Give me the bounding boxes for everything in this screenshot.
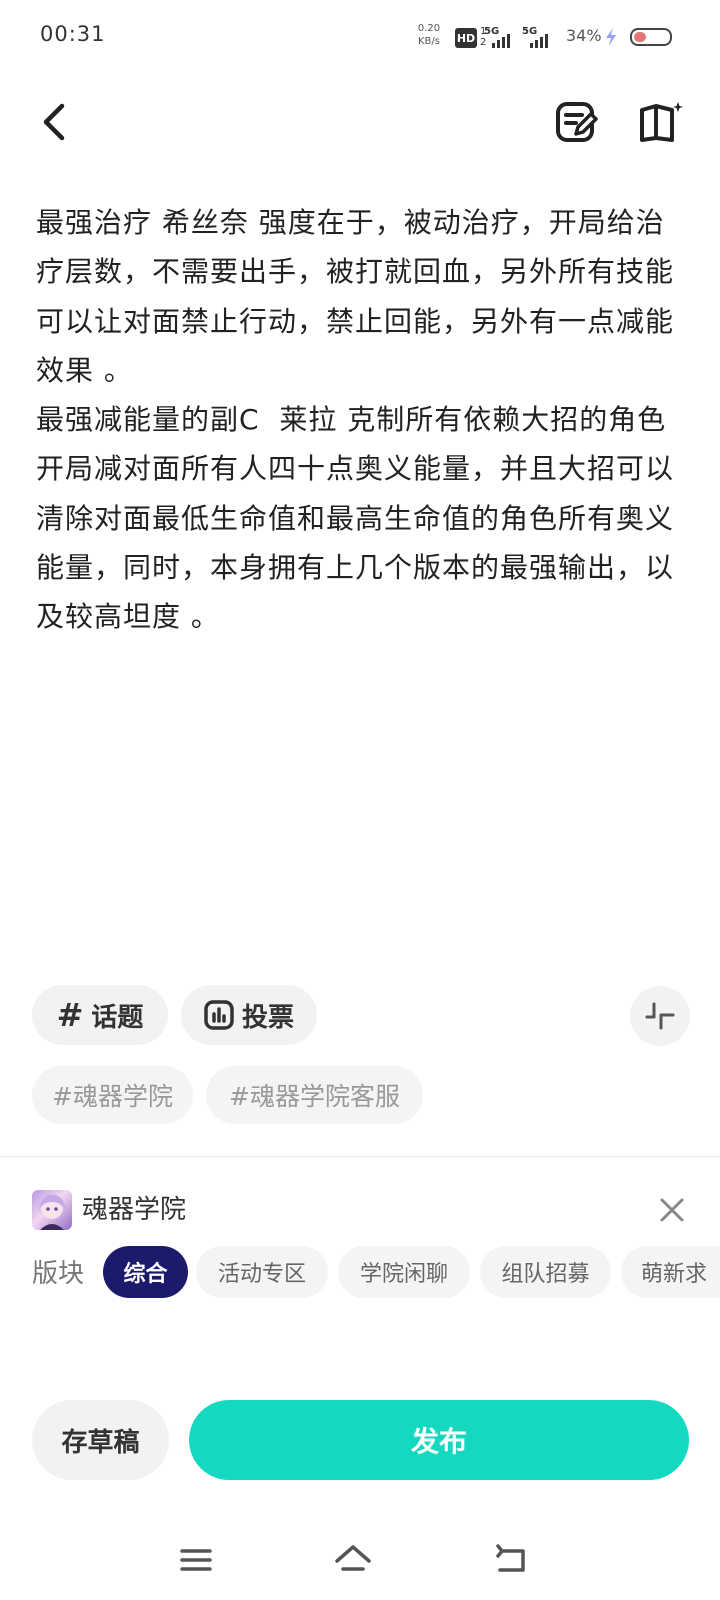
network-speed: 0.20 KB/s: [412, 22, 446, 48]
tag-chip-2[interactable]: #魂器学院客服: [206, 1066, 423, 1124]
board-chip-events[interactable]: 活动专区: [196, 1246, 328, 1298]
hash-icon: #: [56, 996, 84, 1034]
network-speed-unit: KB/s: [418, 36, 440, 47]
home-icon[interactable]: [333, 1540, 373, 1580]
save-draft-button[interactable]: 存草稿: [32, 1400, 169, 1480]
battery-icon: [630, 28, 672, 46]
anime-avatar-image: [38, 1194, 66, 1230]
back-icon[interactable]: [490, 1540, 530, 1580]
vote-label: 投票: [241, 1002, 294, 1033]
battery-percent: 34%: [566, 26, 602, 45]
tag-chip-1[interactable]: #魂器学院: [32, 1066, 193, 1124]
board-chip-team[interactable]: 组队招募: [480, 1246, 611, 1298]
chevron-left-icon[interactable]: [36, 100, 76, 144]
network-speed-value: 0.20: [417, 23, 441, 34]
vote-button[interactable]: 投票: [181, 985, 317, 1045]
topic-button[interactable]: # 话题: [32, 985, 168, 1045]
hd-voice-icon: HD: [455, 28, 477, 48]
book-sparkle-icon[interactable]: [638, 100, 684, 144]
topic-label: 话题: [91, 1002, 144, 1033]
collapse-icon: [645, 1002, 675, 1030]
board-chip-general[interactable]: 综合: [103, 1246, 188, 1298]
publish-button[interactable]: 发布: [189, 1400, 689, 1480]
board-chip-newbie[interactable]: 萌新求: [621, 1246, 720, 1298]
board-label: 版块: [32, 1259, 85, 1289]
battery-fill: [634, 32, 646, 42]
divider: [0, 1156, 720, 1157]
community-name[interactable]: 魂器学院: [82, 1190, 186, 1230]
close-icon[interactable]: [654, 1192, 690, 1228]
charging-icon: [606, 28, 616, 46]
board-chip-chat[interactable]: 学院闲聊: [338, 1246, 470, 1298]
signal-5g-1-icon: 5G: [484, 26, 518, 48]
status-time: 00:31: [40, 22, 106, 46]
vote-icon: [204, 1000, 234, 1030]
collapse-button[interactable]: [630, 986, 690, 1046]
edit-note-icon[interactable]: [554, 100, 598, 144]
signal-5g-2-icon: 5G: [522, 26, 556, 48]
post-body-text[interactable]: 最强治疗 希丝奈 强度在于，被动治疗，开局给治疗层数，不需要出手，被打就回血，另…: [36, 198, 686, 642]
menu-icon[interactable]: [176, 1540, 216, 1580]
status-bar: 00:31 0.20 KB/s HD 1 2 5G 5G 34%: [0, 0, 720, 72]
community-avatar: [32, 1190, 72, 1230]
